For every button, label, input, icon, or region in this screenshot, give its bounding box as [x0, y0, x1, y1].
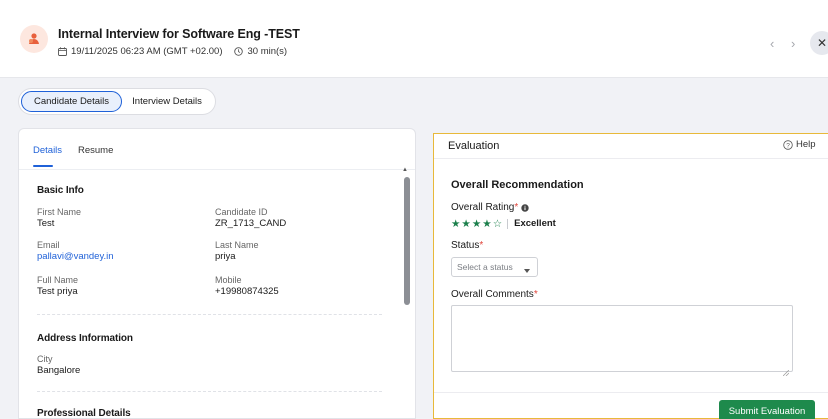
chevron-down-icon	[524, 265, 530, 275]
previous-arrow-icon[interactable]: ‹	[770, 36, 774, 51]
svg-text:?: ?	[786, 142, 790, 149]
star-filled-icon[interactable]: ★	[451, 218, 460, 229]
overall-comments-label: Overall Comments*	[451, 289, 538, 300]
help-label: Help	[796, 139, 816, 150]
last-name-label: Last Name	[215, 240, 259, 250]
email-label: Email	[37, 240, 60, 250]
candidate-details-panel: Details Resume Basic Info First Name Tes…	[18, 128, 416, 419]
interview-header: Internal Interview for Software Eng -TES…	[0, 0, 828, 78]
star-rating[interactable]: ★ ★ ★ ★ ☆ Excellent	[451, 218, 556, 229]
evaluation-panel: Evaluation ? Help Overall Recommendation…	[433, 133, 828, 419]
full-name-label: Full Name	[37, 275, 79, 285]
star-filled-icon[interactable]: ★	[461, 218, 470, 229]
full-name-value: Test priya	[37, 286, 78, 297]
status-label: Status*	[451, 240, 483, 251]
tab-interview-details[interactable]: Interview Details	[123, 91, 211, 112]
basic-info-title: Basic Info	[37, 185, 84, 196]
star-filled-icon[interactable]: ★	[482, 218, 491, 229]
city-label: City	[37, 354, 53, 364]
evaluation-title: Evaluation	[448, 140, 500, 152]
tab-divider	[19, 169, 415, 170]
submit-evaluation-button[interactable]: Submit Evaluation	[719, 400, 815, 419]
address-info-title: Address Information	[37, 333, 133, 344]
details-tab-switcher: Candidate Details Interview Details	[18, 88, 216, 115]
first-name-value: Test	[37, 218, 55, 229]
help-icon: ?	[783, 139, 793, 150]
candidate-id-value: ZR_1713_CAND	[215, 218, 287, 229]
tab-resume[interactable]: Resume	[78, 145, 113, 156]
required-asterisk: *	[479, 240, 484, 251]
overall-comments-textarea[interactable]	[451, 305, 793, 372]
professional-details-title: Professional Details	[37, 408, 131, 419]
email-link[interactable]: pallavi@vandey.in	[37, 251, 114, 262]
candidate-id-label: Candidate ID	[215, 207, 268, 217]
star-empty-icon[interactable]: ☆	[493, 218, 502, 229]
active-tab-indicator	[33, 165, 53, 167]
scroll-up-arrow-icon[interactable]: ▲	[402, 167, 408, 173]
mobile-label: Mobile	[215, 275, 242, 285]
interview-datetime: 19/11/2025 06:23 AM (GMT +02.00)	[71, 46, 223, 57]
calendar-icon	[58, 47, 67, 56]
rating-separator	[507, 218, 509, 229]
scrollbar-thumb[interactable]	[404, 177, 410, 305]
status-dropdown[interactable]: Select a status	[451, 257, 538, 277]
interview-logo-icon	[20, 25, 48, 53]
next-arrow-icon[interactable]: ›	[791, 36, 795, 51]
tab-candidate-details[interactable]: Candidate Details	[21, 91, 122, 112]
overall-rating-label: Overall Rating *	[451, 202, 529, 213]
last-name-value: priya	[215, 251, 236, 262]
help-button[interactable]: ? Help	[783, 139, 816, 150]
section-divider	[37, 391, 382, 392]
clock-icon	[234, 47, 244, 56]
overall-comments-text: Overall Comments	[451, 289, 534, 300]
status-placeholder: Select a status	[457, 262, 513, 272]
close-icon[interactable]: ✕	[810, 31, 828, 55]
footer-divider	[434, 392, 828, 393]
evaluation-header: Evaluation ? Help	[434, 134, 828, 159]
interview-meta: 19/11/2025 06:23 AM (GMT +02.00) 30 min(…	[58, 46, 287, 57]
city-value: Bangalore	[37, 365, 81, 376]
section-divider	[37, 314, 382, 315]
mobile-value: +19980874325	[215, 286, 279, 297]
info-icon[interactable]	[521, 203, 529, 212]
resize-handle-icon[interactable]	[782, 363, 790, 381]
status-label-text: Status	[451, 240, 480, 251]
star-filled-icon[interactable]: ★	[472, 218, 481, 229]
required-asterisk: *	[514, 202, 519, 213]
overall-rating-text: Overall Rating	[451, 202, 515, 213]
overall-recommendation-title: Overall Recommendation	[451, 179, 584, 191]
rating-text: Excellent	[514, 218, 556, 229]
tab-details[interactable]: Details	[33, 145, 62, 156]
interview-duration: 30 min(s)	[247, 46, 288, 57]
required-asterisk: *	[533, 289, 538, 300]
interview-title: Internal Interview for Software Eng -TES…	[58, 27, 300, 41]
first-name-label: First Name	[37, 207, 82, 217]
